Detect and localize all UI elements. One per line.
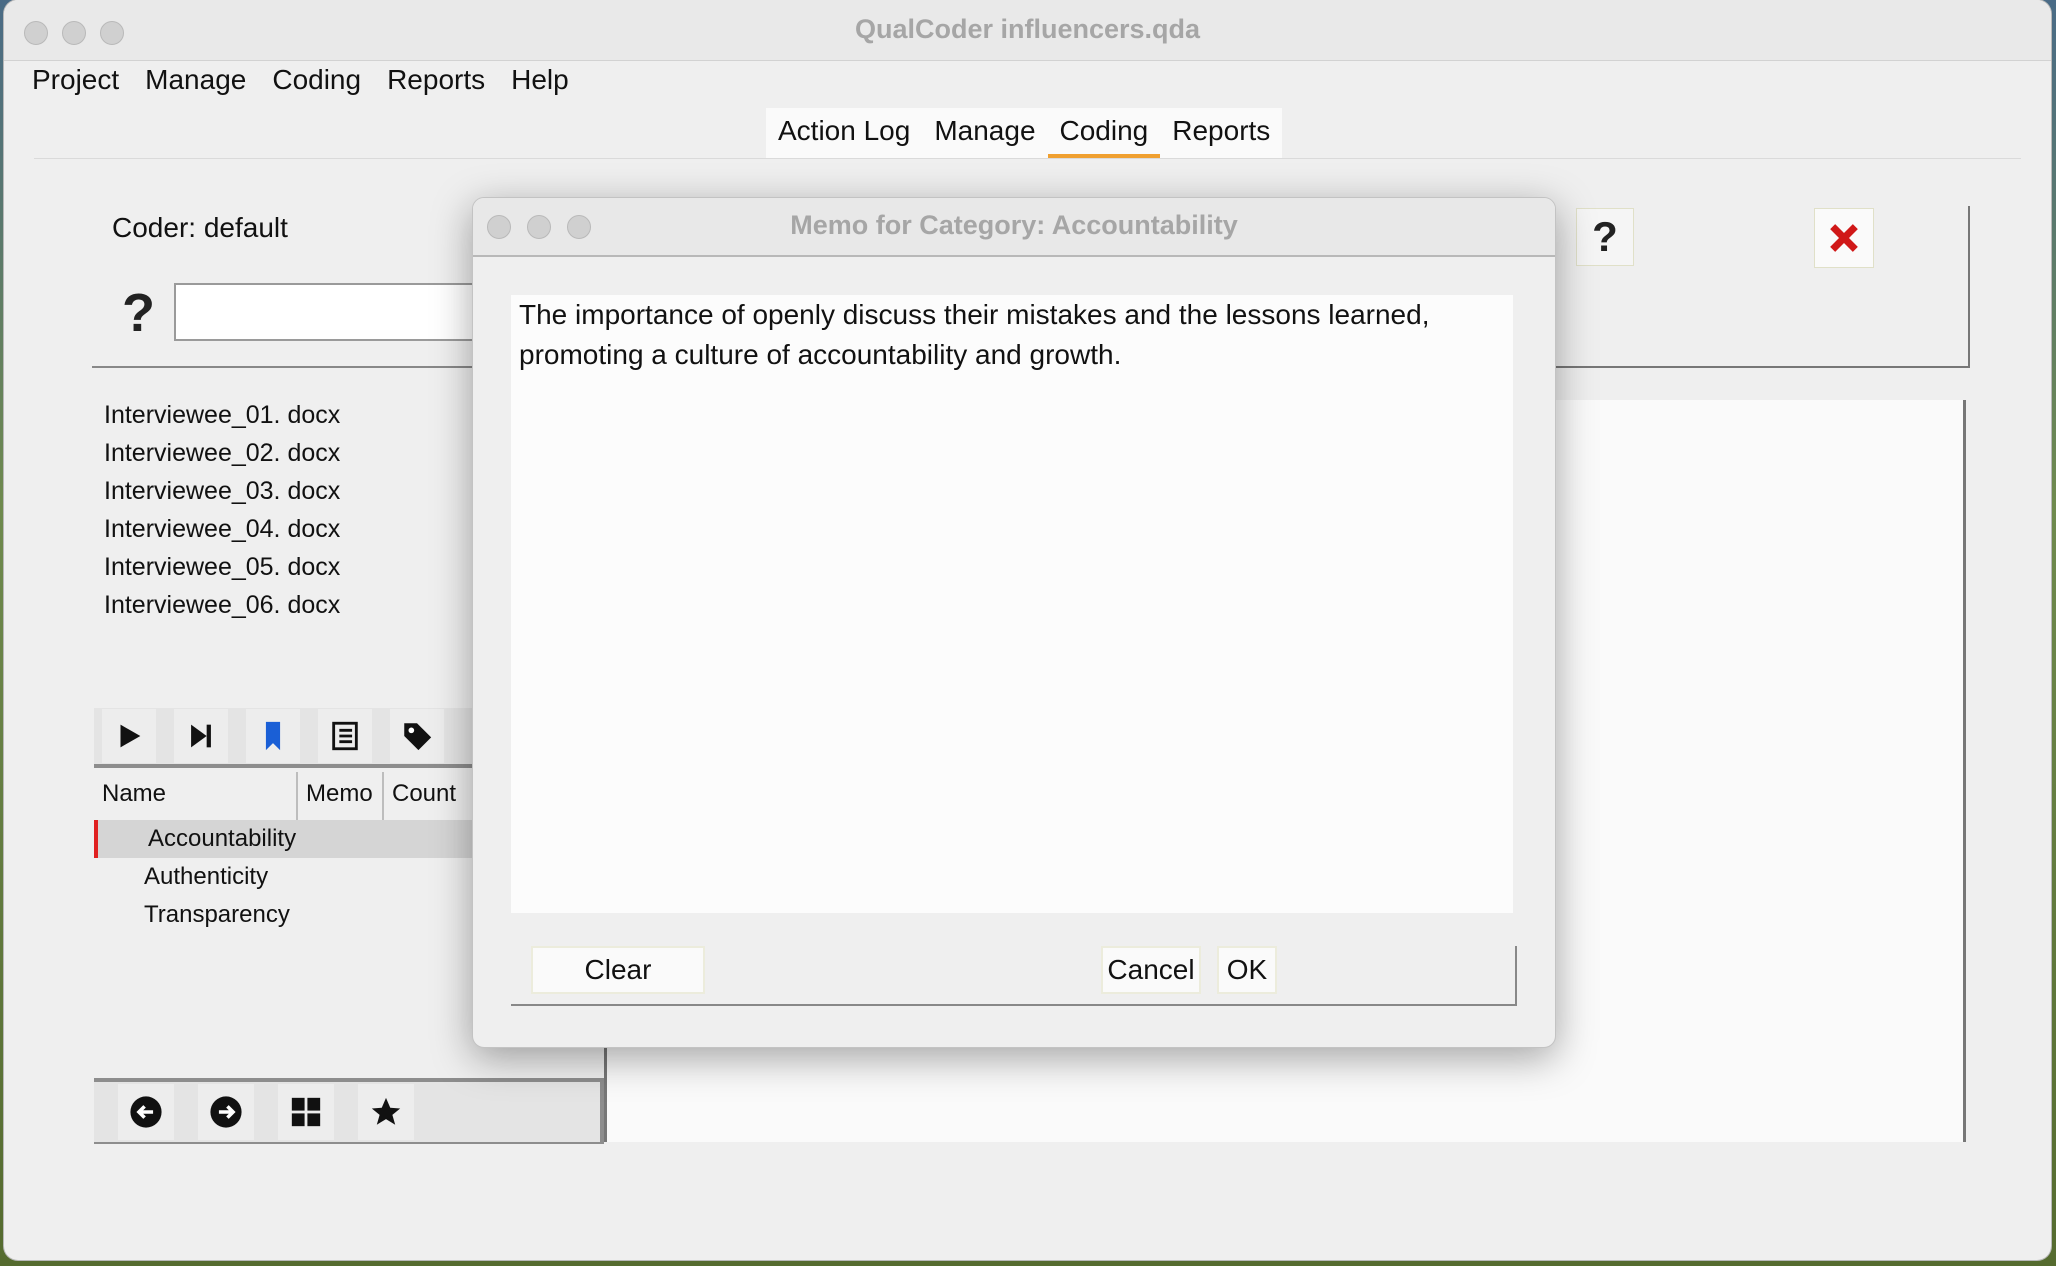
next-button[interactable]: [198, 1084, 254, 1140]
tree-item-transparency[interactable]: Transparency: [94, 896, 474, 934]
close-icon: [1830, 224, 1858, 252]
code-tree-header: Name Memo Count: [94, 772, 474, 822]
tag-button[interactable]: [390, 709, 444, 763]
file-list: Interviewee_01. docx Interviewee_02. doc…: [104, 396, 340, 624]
skip-next-button[interactable]: [174, 709, 228, 763]
coder-label: Coder: default: [112, 212, 288, 244]
previous-button[interactable]: [118, 1084, 174, 1140]
divider: [92, 366, 472, 368]
tree-item-accountability[interactable]: Accountability: [94, 820, 474, 858]
close-button[interactable]: [1814, 208, 1874, 268]
star-button[interactable]: [358, 1084, 414, 1140]
title-bar: QualCoder influencers.qda: [4, 0, 2051, 61]
tab-action-log[interactable]: Action Log: [766, 108, 922, 159]
tab-bar: Action Log Manage Coding Reports: [766, 108, 1283, 159]
tree-item-authenticity[interactable]: Authenticity: [94, 858, 474, 896]
dialog-title-bar: Memo for Category: Accountability: [473, 198, 1555, 257]
file-item[interactable]: Interviewee_04. docx: [104, 510, 340, 548]
bookmark-icon: [265, 721, 281, 751]
memo-dialog: Memo for Category: Accountability The im…: [472, 197, 1556, 1048]
coder-name: default: [203, 212, 288, 243]
tab-manage[interactable]: Manage: [922, 108, 1047, 159]
arrow-left-icon: [130, 1096, 162, 1128]
grid-icon: [291, 1097, 321, 1127]
column-count[interactable]: Count: [384, 772, 474, 822]
grid-button[interactable]: [278, 1084, 334, 1140]
cancel-button[interactable]: Cancel: [1101, 946, 1201, 994]
menu-reports[interactable]: Reports: [387, 60, 485, 100]
tab-divider: [34, 158, 2021, 159]
skip-next-icon: [191, 724, 211, 748]
ok-button[interactable]: OK: [1217, 946, 1277, 994]
main-window: QualCoder influencers.qda Project Manage…: [4, 0, 2051, 1260]
column-name[interactable]: Name: [94, 772, 298, 822]
play-icon: [120, 724, 141, 748]
menu-help[interactable]: Help: [511, 60, 569, 100]
help-button[interactable]: ?: [1576, 208, 1634, 266]
menu-project[interactable]: Project: [32, 60, 119, 100]
question-icon: ?: [1592, 213, 1618, 260]
menu-manage[interactable]: Manage: [145, 60, 246, 100]
bookmark-button[interactable]: [246, 709, 300, 763]
navigation-toolbar: [94, 1078, 604, 1144]
clear-button[interactable]: Clear: [531, 946, 705, 994]
tab-reports[interactable]: Reports: [1160, 108, 1282, 159]
file-item[interactable]: Interviewee_01. docx: [104, 396, 340, 434]
window-title: QualCoder influencers.qda: [854, 14, 1201, 44]
tab-coding[interactable]: Coding: [1047, 108, 1161, 159]
coder-label-text: Coder:: [112, 212, 197, 243]
file-item[interactable]: Interviewee_06. docx: [104, 586, 340, 624]
memo-text-area[interactable]: The importance of openly discuss their m…: [511, 295, 1513, 913]
question-icon[interactable]: ?: [122, 282, 155, 344]
search-input[interactable]: [174, 283, 504, 341]
file-item[interactable]: Interviewee_02. docx: [104, 434, 340, 472]
notes-button[interactable]: [318, 709, 372, 763]
dialog-title: Memo for Category: Accountability: [790, 210, 1238, 240]
notes-icon: [332, 721, 358, 751]
menu-coding[interactable]: Coding: [272, 60, 361, 100]
code-toolbar: [94, 708, 474, 768]
tag-icon: [404, 723, 432, 751]
menu-bar: Project Manage Coding Reports Help: [32, 60, 569, 100]
file-item[interactable]: Interviewee_05. docx: [104, 548, 340, 586]
file-item[interactable]: Interviewee_03. docx: [104, 472, 340, 510]
column-memo[interactable]: Memo: [298, 772, 384, 822]
star-icon: [371, 1097, 401, 1125]
dialog-button-bar: Clear Cancel OK: [511, 946, 1517, 1006]
play-button[interactable]: [102, 709, 156, 763]
arrow-right-icon: [210, 1096, 242, 1128]
